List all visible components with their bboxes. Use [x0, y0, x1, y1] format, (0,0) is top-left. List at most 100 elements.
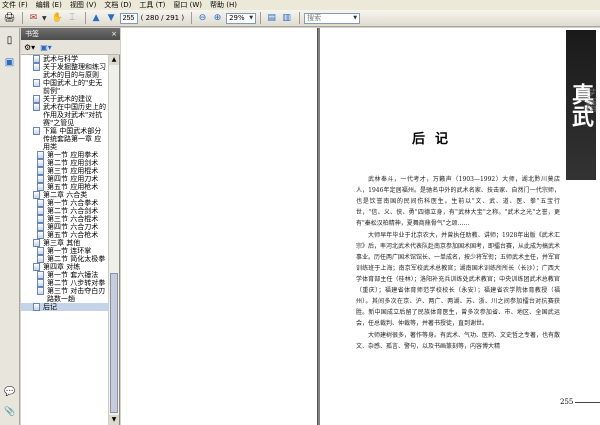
bookmark-item[interactable]: 第三节 应用棍术	[21, 167, 109, 175]
bookmark-item[interactable]: 第二节 六合剑术	[21, 207, 109, 215]
toolbar-divider	[191, 12, 193, 24]
panel-title: 书签	[25, 30, 39, 38]
bookmark-icon	[37, 287, 44, 295]
print-icon[interactable]: 🖨	[3, 12, 16, 25]
menu-document[interactable]: 文档 (D)	[104, 0, 131, 10]
bookmark-icon	[33, 79, 40, 87]
expand-bookmark-icon[interactable]: ▣▾	[40, 43, 52, 52]
bookmark-item[interactable]: 第五节 六合枪术	[21, 231, 109, 239]
zoom-out-icon[interactable]: ⊖	[196, 12, 209, 25]
search-input[interactable]: 搜索 ▼	[304, 12, 361, 24]
zoom-in-icon[interactable]: ⊕	[211, 12, 224, 25]
document-area[interactable]: 真武 艺精 后记 武林奉斗，一代考才，万籁声（1903—1992）大师，湖北黔川…	[121, 28, 600, 425]
bookmark-label: 第二章 六合类	[43, 191, 88, 199]
scroll-up-icon[interactable]: ▲	[109, 55, 119, 65]
hand-tool-icon[interactable]: ✋	[51, 12, 64, 25]
pages-icon[interactable]: ▯	[3, 34, 16, 47]
bookmark-item[interactable]: 武术在中国历史上的作用及对武术"对抗赛"之管见	[21, 103, 109, 127]
bookmark-icon	[33, 55, 40, 63]
bookmark-panel: 书签 × ⚙▾ ▣▾ 武术与科学 关于发掘整理和练习武术的目的与原则 中国武术上的"…	[21, 28, 120, 425]
bookmark-label: 第三节 对击夺白刃路数一趟	[47, 287, 106, 303]
toolbar-divider	[22, 12, 23, 24]
bookmark-item[interactable]: 第四章 对练	[21, 263, 109, 271]
bookmark-label: 第一节 六合拳术	[47, 199, 99, 207]
previous-page-icon[interactable]: ▲	[90, 12, 103, 25]
menu-view[interactable]: 视图 (V)	[70, 0, 96, 10]
bookmark-icon	[33, 239, 40, 247]
bookmark-item[interactable]: 第一节 六合拳术	[21, 199, 109, 207]
fit-width-icon[interactable]: ▥	[280, 12, 293, 25]
page-number: 255	[560, 398, 574, 406]
options-icon[interactable]: ⚙▾	[24, 43, 35, 52]
comments-icon[interactable]: 💬	[4, 386, 16, 398]
bookmark-label: 第二节 八步转对拳	[47, 279, 106, 287]
bookmark-label: 武术与科学	[43, 55, 78, 63]
menu-tools[interactable]: 工具 (T)	[139, 0, 165, 10]
menu-edit[interactable]: 编辑 (E)	[36, 0, 62, 10]
bookmark-tree: 武术与科学 关于发掘整理和练习武术的目的与原则 中国武术上的"史无前例" 关于武术的建…	[21, 55, 109, 425]
menu-file[interactable]: 文件 (F)	[2, 0, 28, 10]
bookmarks-icon[interactable]: ▣	[3, 56, 16, 69]
scroll-down-icon[interactable]: ▼	[109, 415, 119, 425]
bookmark-scrollbar[interactable]: ▲ ▼	[108, 55, 119, 425]
page-count-label: ( 280 / 291 )	[140, 14, 185, 22]
bookmark-item[interactable]: 第一节 应用拳术	[21, 151, 109, 159]
bookmark-item[interactable]: 关于发掘整理和练习武术的目的与原则	[21, 63, 109, 79]
bookmark-label: 中国武术上的"史无前例"	[43, 79, 103, 95]
bookmark-item[interactable]: 关于武术的建议	[21, 95, 109, 103]
bookmark-item[interactable]: 武术与科学	[21, 55, 109, 63]
save-copy-icon[interactable]: ✉	[27, 12, 40, 25]
page-right: 真武 艺精 后记 武林奉斗，一代考才，万籁声（1903—1992）大师，湖北黔川…	[320, 28, 600, 425]
bookmark-item[interactable]: 第二节 八步转对拳	[21, 279, 109, 287]
paragraph: 武林奉斗，一代考才，万籁声（1903—1992）大师，湖北黔川莫店人，1946年…	[356, 176, 560, 227]
bookmark-icon	[37, 151, 44, 159]
bookmark-item[interactable]: 第五节 应用枪术	[21, 183, 109, 191]
bookmark-icon	[37, 215, 44, 223]
bookmark-label: 关于发掘整理和练习武术的目的与原则	[43, 63, 106, 79]
search-placeholder: 搜索	[307, 13, 322, 22]
bookmark-icon	[33, 63, 40, 71]
bookmark-label: 第四章 对练	[43, 263, 81, 271]
close-icon[interactable]: ×	[110, 30, 118, 38]
menu-help[interactable]: 帮助 (H)	[210, 0, 237, 10]
bookmark-icon	[37, 279, 44, 287]
bookmark-icon	[37, 231, 44, 239]
bookmark-label: 第一节 连环掌	[47, 247, 92, 255]
menu-bar: 文件 (F) 编辑 (E) 视图 (V) 文档 (D) 工具 (T) 窗口 (W…	[0, 0, 600, 10]
bookmark-item[interactable]: 第三章 其他	[21, 239, 109, 247]
bookmark-label: 第二节 应用剑术	[47, 159, 99, 167]
bookmark-item[interactable]: 第三节 六合棍术	[21, 215, 109, 223]
bookmark-icon	[33, 263, 40, 271]
bookmark-item[interactable]: 第二节 应用剑术	[21, 159, 109, 167]
bookmark-item[interactable]: 第一节 套六锤法	[21, 271, 109, 279]
page-rule	[575, 402, 600, 403]
panel-header: 书签 ×	[21, 28, 120, 40]
scroll-thumb[interactable]	[110, 273, 118, 413]
bookmark-label: 第一节 应用拳术	[47, 151, 99, 159]
chevron-down-icon[interactable]: ▼	[42, 15, 47, 22]
toolbar: 🖨 ✉ ▼ ✋ ⌶ ▲ ▼ ( 280 / 291 ) ⊖ ⊕ 29% ▼ ▤ …	[0, 10, 600, 27]
page-number-input[interactable]	[119, 12, 138, 24]
attachments-icon[interactable]: 📎	[4, 406, 16, 418]
bookmark-icon	[37, 223, 44, 231]
bookmark-label: 第三节 应用棍术	[47, 167, 99, 175]
next-page-icon[interactable]: ▼	[105, 12, 118, 25]
page-heading: 后记	[411, 132, 458, 147]
bookmark-item[interactable]: 第一节 连环掌	[21, 247, 109, 255]
bookmark-icon	[37, 159, 44, 167]
bookmark-icon	[33, 191, 40, 199]
bookmark-item[interactable]: 中国武术上的"史无前例"	[21, 79, 109, 95]
fit-page-icon[interactable]: ▤	[265, 12, 278, 25]
bookmark-item[interactable]: 第四节 应用刀术	[21, 175, 109, 183]
bookmark-item[interactable]: 后记	[21, 303, 109, 311]
page-body: 武林奉斗，一代考才，万籁声（1903—1992）大师，湖北黔川莫店人，1946年…	[356, 174, 560, 353]
bookmark-item[interactable]: 第四节 六合刀术	[21, 223, 109, 231]
zoom-select[interactable]: 29% ▼	[226, 12, 257, 24]
bookmark-item[interactable]: 下篇 中国武术部分传统套路第一章 应用类	[21, 127, 109, 151]
bookmark-item[interactable]: 第三节 对击夺白刃路数一趟	[21, 287, 109, 303]
bookmark-item[interactable]: 第二节 简化太极拳	[21, 255, 109, 263]
menu-window[interactable]: 窗口 (W)	[173, 0, 202, 10]
bookmark-label: 第五节 六合枪术	[47, 231, 99, 239]
select-tool-icon[interactable]: ⌶	[66, 12, 79, 25]
bookmark-item[interactable]: 第二章 六合类	[21, 191, 109, 199]
